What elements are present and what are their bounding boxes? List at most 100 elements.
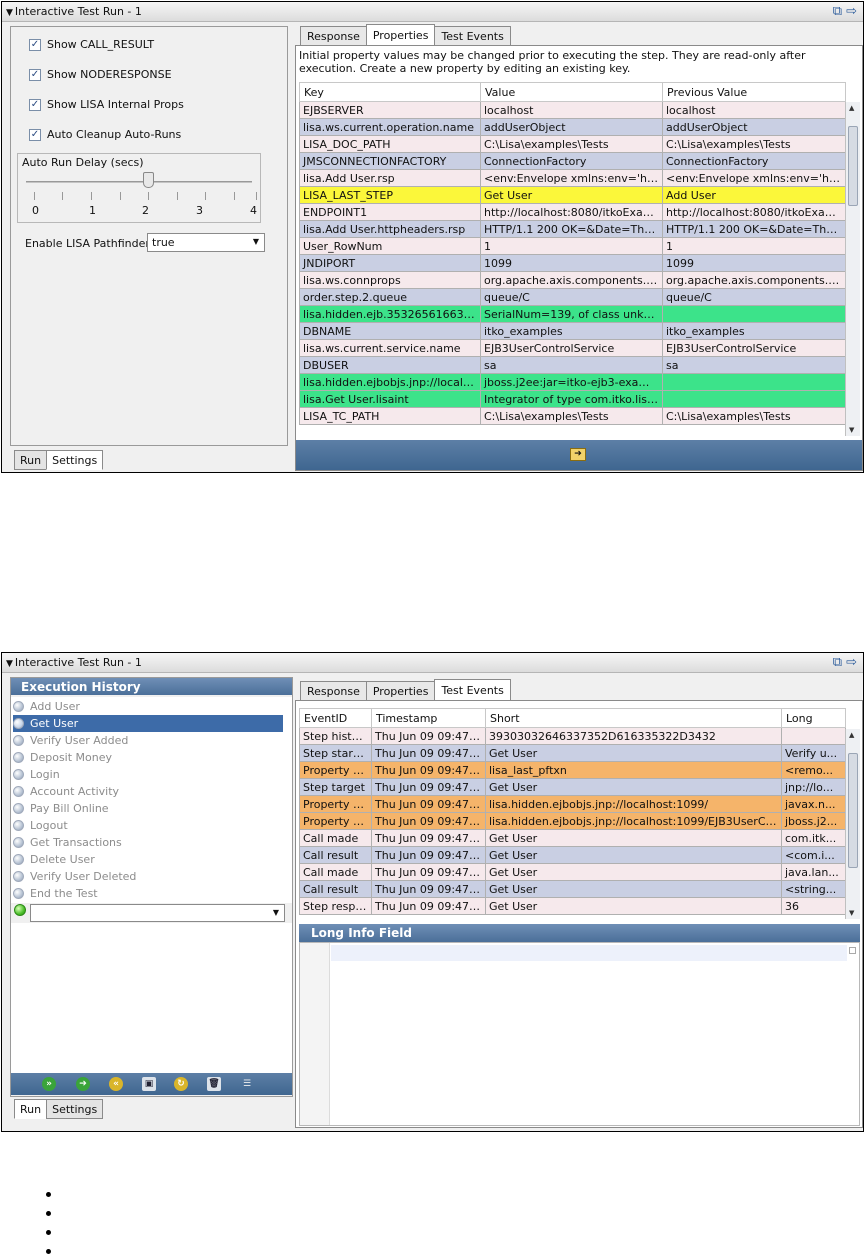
table-cell-prev[interactable]: 1 [662,237,846,255]
table-cell-value[interactable]: org.apache.axis.components.n... [480,271,663,289]
tab-properties[interactable]: Properties [365,681,436,701]
table-cell-key[interactable]: lisa.Add User.rsp [299,169,481,187]
history-item[interactable]: Get User [13,715,283,732]
table-row[interactable]: EJBSERVER localhost localhost [299,101,846,119]
table-cell-value[interactable]: 1 [480,237,663,255]
tab-properties[interactable]: Properties [365,24,436,46]
tab-test-events[interactable]: Test Events [434,679,511,701]
table-row[interactable]: lisa.ws.current.service.name EJB3UserCont… [299,339,846,357]
table-cell-value[interactable]: HTTP/1.1 200 OK=&Date=Thu, ... [480,220,663,238]
tab-settings[interactable]: Settings [46,1099,104,1119]
table-cell-key[interactable]: lisa.Add User.httpheaders.rsp [299,220,481,238]
scrollbar-thumb[interactable] [848,753,858,868]
table-row[interactable]: ENDPOINT1 http://localhost:8080/itkoExamp… [299,203,846,221]
table-cell-prev[interactable]: queue/C [662,288,846,306]
table-row[interactable]: Step respo... Thu Jun 09 09:47:... Get Use… [299,897,846,915]
refresh-icon[interactable]: ↻ [174,1077,188,1091]
table-cell-value[interactable]: Get User [480,186,663,204]
table-row[interactable]: User_RowNum 1 1 [299,237,846,255]
history-item[interactable]: End the Test [13,885,283,902]
table-cell-short[interactable]: 39303032646337352D616335322D3432 [485,727,782,745]
table-cell-short[interactable]: Get User [485,829,782,847]
table-row[interactable]: lisa.ws.connprops org.apache.axis.compone… [299,271,846,289]
auto-cleanup-checkbox[interactable]: ✓ Auto Cleanup Auto-Runs [29,128,181,141]
table-cell-event[interactable]: Property set [299,795,372,813]
table-row[interactable]: Call made Thu Jun 09 09:47:... Get User com… [299,829,846,847]
table-cell-long[interactable]: jnp://lo... [781,778,846,796]
table-cell-long[interactable]: <string... [781,880,846,898]
history-item[interactable]: Logout [13,817,283,834]
table-cell-ts[interactable]: Thu Jun 09 09:47:... [371,846,486,864]
table-cell-prev[interactable] [662,390,846,408]
play-arrow-icon[interactable]: ➔ [76,1077,90,1091]
table-cell-key[interactable]: lisa.ws.current.operation.name [299,118,481,136]
tab-run[interactable]: Run [14,1099,48,1119]
table-cell-key[interactable]: DBNAME [299,322,481,340]
table-cell-event[interactable]: Step respo... [299,897,372,915]
table-cell-value[interactable]: ConnectionFactory [480,152,663,170]
scrollbar-thumb[interactable] [848,126,858,206]
table-row[interactable]: Step started Thu Jun 09 09:47:... Get User… [299,744,846,762]
table-cell-prev[interactable]: http://localhost:8080/itkoExam... [662,203,846,221]
table-cell-short[interactable]: Get User [485,744,782,762]
table-row[interactable]: LISA_TC_PATH C:\Lisa\examples\Tests C:\Lis… [299,407,846,425]
events-scrollbar[interactable]: ▲ ▼ [845,729,860,919]
column-header-timestamp[interactable]: Timestamp [371,708,486,728]
table-cell-prev[interactable]: org.apache.axis.components.n... [662,271,846,289]
table-cell-prev[interactable]: ConnectionFactory [662,152,846,170]
execute-arrow-icon[interactable]: ➔ [570,448,586,461]
table-cell-prev[interactable]: 1099 [662,254,846,272]
table-row[interactable]: JMSCONNECTIONFACTORY ConnectionFactory Con… [299,152,846,170]
table-cell-value[interactable]: <env:Envelope xmlns:env='htt... [480,169,663,187]
table-cell-short[interactable]: Get User [485,863,782,881]
table-cell-value[interactable]: addUserObject [480,118,663,136]
table-row[interactable]: DBNAME itko_examples itko_examples [299,322,846,340]
table-cell-event[interactable]: Step target [299,778,372,796]
history-item[interactable]: Get Transactions [13,834,283,851]
column-header-key[interactable]: Key [299,82,481,102]
table-cell-long[interactable]: 36 [781,897,846,915]
table-cell-event[interactable]: Property set [299,812,372,830]
history-item[interactable]: Account Activity [13,783,283,800]
tab-run[interactable]: Run [14,450,48,470]
table-cell-prev[interactable]: itko_examples [662,322,846,340]
table-cell-long[interactable]: com.itk... [781,829,846,847]
table-cell-event[interactable]: Call made [299,863,372,881]
table-row[interactable]: Property set Thu Jun 09 09:47:... lisa.hid… [299,795,846,813]
table-cell-event[interactable]: Call result [299,846,372,864]
column-header-eventid[interactable]: EventID [299,708,372,728]
table-cell-ts[interactable]: Thu Jun 09 09:47:... [371,863,486,881]
table-cell-prev[interactable]: C:\Lisa\examples\Tests [662,407,846,425]
table-cell-key[interactable]: EJBSERVER [299,101,481,119]
table-row[interactable]: Call made Thu Jun 09 09:47:... Get User jav… [299,863,846,881]
checkbox-check-icon[interactable]: ✓ [29,68,41,81]
table-cell-ts[interactable]: Thu Jun 09 09:47:... [371,778,486,796]
table-cell-value[interactable]: Integrator of type com.itko.lisai... [480,390,663,408]
table-cell-ts[interactable]: Thu Jun 09 09:47:... [371,727,486,745]
show-noderesponse-checkbox[interactable]: ✓ Show NODERESPONSE [29,68,172,81]
table-row[interactable]: Property set Thu Jun 09 09:47:... lisa.hid… [299,812,846,830]
history-item[interactable]: Verify User Deleted [13,868,283,885]
delete-icon[interactable]: 🗑 [207,1077,221,1091]
history-item[interactable]: Login [13,766,283,783]
table-cell-short[interactable]: Get User [485,778,782,796]
table-cell-event[interactable]: Step history [299,727,372,745]
table-cell-value[interactable]: queue/C [480,288,663,306]
table-cell-prev[interactable] [662,305,846,323]
table-cell-value[interactable]: localhost [480,101,663,119]
table-row[interactable]: order.step.2.queue queue/C queue/C [299,288,846,306]
scroll-up-icon[interactable]: ▲ [849,731,854,739]
table-cell-value[interactable]: http://localhost:8080/itkoExamp... [480,203,663,221]
table-cell-long[interactable]: java.lan... [781,863,846,881]
properties-scrollbar[interactable]: ▲ ▼ [845,102,860,436]
table-cell-prev[interactable]: addUserObject [662,118,846,136]
table-cell-key[interactable]: LISA_DOC_PATH [299,135,481,153]
scroll-down-icon[interactable]: ▼ [849,426,854,434]
table-cell-key[interactable]: lisa.Get User.lisaint [299,390,481,408]
table-row[interactable]: DBUSER sa sa [299,356,846,374]
table-cell-value[interactable]: sa [480,356,663,374]
table-cell-value[interactable]: itko_examples [480,322,663,340]
table-cell-short[interactable]: Get User [485,846,782,864]
history-select[interactable]: ▼ [30,904,285,922]
options-icon[interactable]: ☰ [240,1077,254,1091]
